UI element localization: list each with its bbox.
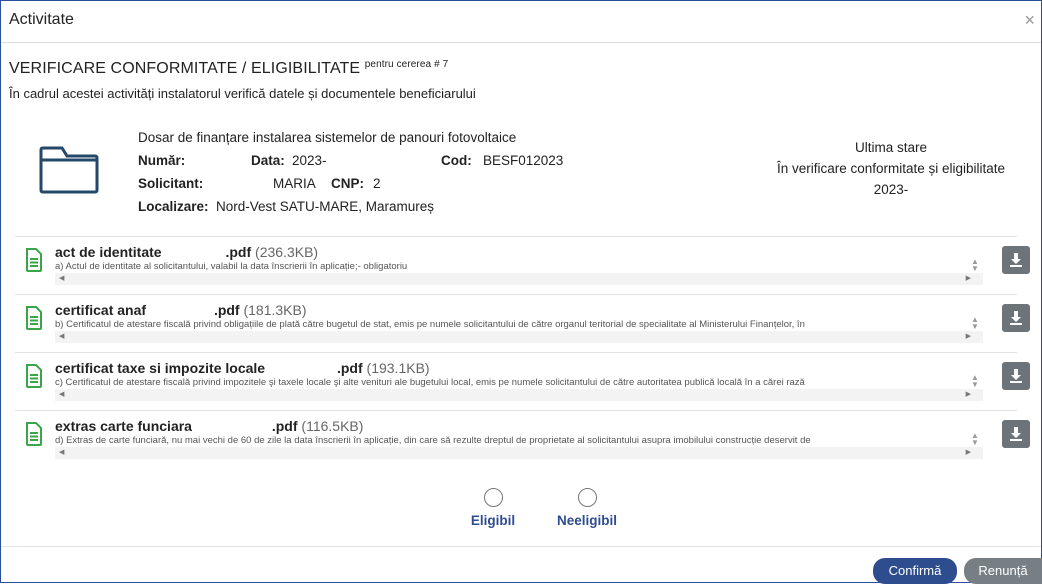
option-neeligibil[interactable]: Neeligibil xyxy=(549,488,625,528)
localizare-label: Localizare: xyxy=(138,199,209,214)
scroll-right-icon[interactable]: ▶ xyxy=(966,332,971,340)
document-size: (116.5KB) xyxy=(301,418,364,434)
resize-spinner[interactable]: ▲ ▼ xyxy=(971,432,979,447)
document-description: d) Extras de carte funciară, nu mai vech… xyxy=(55,435,811,446)
document-title: act de identitate .pdf (236.3KB) xyxy=(55,244,318,260)
scroll-right-icon[interactable]: ▶ xyxy=(966,390,971,398)
download-icon xyxy=(1010,253,1022,267)
download-icon xyxy=(1010,369,1022,383)
file-text-icon xyxy=(26,364,42,388)
scroll-left-icon[interactable]: ◀ xyxy=(59,448,64,456)
scroll-right-icon[interactable]: ▶ xyxy=(966,274,971,282)
document-description: c) Certificatul de atestare fiscală priv… xyxy=(55,377,805,388)
data-label: Data: xyxy=(251,153,285,168)
document-name: extras carte funciara xyxy=(55,418,192,434)
resize-spinner[interactable]: ▲ ▼ xyxy=(971,316,979,331)
horizontal-scrollbar[interactable]: ◀ ▶ xyxy=(55,331,983,343)
document-extension: .pdf xyxy=(225,244,252,260)
document-title: certificat taxe si impozite locale .pdf … xyxy=(55,360,430,376)
neeligibil-label[interactable]: Neeligibil xyxy=(549,513,625,528)
download-icon xyxy=(1010,311,1022,325)
file-text-icon xyxy=(26,248,42,272)
localizare-value: Nord-Vest SATU-MARE, Maramureș xyxy=(216,199,435,214)
cnp-value: 2 xyxy=(373,176,381,191)
section-description: În cadrul acestei activități instalatoru… xyxy=(9,86,476,101)
solicitant-label: Solicitant: xyxy=(138,176,204,191)
document-title: extras carte funciara .pdf (116.5KB) xyxy=(55,418,363,434)
section-title: VERIFICARE CONFORMITATE / ELIGIBILITATE … xyxy=(9,59,448,78)
folder-icon xyxy=(39,146,99,194)
download-icon xyxy=(1010,427,1022,441)
download-button[interactable] xyxy=(1002,246,1030,274)
horizontal-scrollbar[interactable]: ◀ ▶ xyxy=(55,389,983,401)
scroll-left-icon[interactable]: ◀ xyxy=(59,274,64,282)
horizontal-scrollbar[interactable]: ◀ ▶ xyxy=(55,273,983,285)
scroll-left-icon[interactable]: ◀ xyxy=(59,332,64,340)
data-value: 2023- xyxy=(292,153,327,168)
solicitant-value: MARIA xyxy=(273,176,316,191)
eligibil-label[interactable]: Eligibil xyxy=(463,513,523,528)
document-row: extras carte funciara .pdf (116.5KB) d) … xyxy=(15,412,1030,470)
document-title: certificat anaf .pdf (181.3KB) xyxy=(55,302,307,318)
activity-modal: Activitate × VERIFICARE CONFORMITATE / E… xyxy=(0,0,1042,584)
modal-header: Activitate × xyxy=(1,1,1041,43)
file-text-icon xyxy=(26,422,42,446)
footer-divider xyxy=(1,546,1041,547)
section-title-text: VERIFICARE CONFORMITATE / ELIGIBILITATE xyxy=(9,60,361,77)
file-text-icon xyxy=(26,306,42,330)
document-name: certificat anaf xyxy=(55,302,147,318)
numar-label: Număr: xyxy=(138,153,186,168)
cod-value: BESF012023 xyxy=(483,153,564,168)
status-value: În verificare conformitate și eligibilit… xyxy=(776,161,1006,176)
eligibil-radio[interactable] xyxy=(483,488,503,507)
divider xyxy=(15,410,1017,411)
download-button[interactable] xyxy=(1002,362,1030,390)
document-size: (236.3KB) xyxy=(255,244,319,260)
document-row: act de identitate .pdf (236.3KB) a) Actu… xyxy=(15,238,1030,296)
close-button[interactable]: × xyxy=(1024,11,1035,29)
cnp-label: CNP: xyxy=(331,176,364,191)
resize-spinner[interactable]: ▲ ▼ xyxy=(971,374,979,389)
option-eligibil[interactable]: Eligibil xyxy=(463,488,523,528)
resize-spinner[interactable]: ▲ ▼ xyxy=(971,258,979,273)
divider xyxy=(15,294,1017,295)
document-name: act de identitate xyxy=(55,244,162,260)
cod-label: Cod: xyxy=(441,153,472,168)
divider xyxy=(15,236,1017,237)
confirm-button[interactable]: Confirmă xyxy=(873,558,957,584)
status-title: Ultima stare xyxy=(854,140,927,155)
divider xyxy=(15,352,1017,353)
document-extension: .pdf xyxy=(213,302,240,318)
last-status: Ultima stare În verificare conformitate … xyxy=(741,140,1041,197)
document-extension: .pdf xyxy=(271,418,298,434)
document-row: certificat anaf .pdf (181.3KB) b) Certif… xyxy=(15,296,1030,354)
document-description: b) Certificatul de atestare fiscală priv… xyxy=(55,319,805,330)
document-name: certificat taxe si impozite locale xyxy=(55,360,266,376)
document-description: a) Actul de identitate al solicitantului… xyxy=(55,261,408,272)
download-button[interactable] xyxy=(1002,304,1030,332)
document-row: certificat taxe si impozite locale .pdf … xyxy=(15,354,1030,412)
document-size: (193.1KB) xyxy=(366,360,430,376)
cancel-button[interactable]: Renunță xyxy=(964,558,1042,584)
scroll-left-icon[interactable]: ◀ xyxy=(59,390,64,398)
download-button[interactable] xyxy=(1002,420,1030,448)
dosar-title: Dosar de finanțare instalarea sistemelor… xyxy=(138,130,517,145)
document-extension: .pdf xyxy=(336,360,363,376)
request-number: pentru cererea # 7 xyxy=(364,59,449,70)
document-size: (181.3KB) xyxy=(243,302,307,318)
status-date: 2023- xyxy=(873,182,909,197)
horizontal-scrollbar[interactable]: ◀ ▶ xyxy=(55,447,983,459)
modal-title: Activitate xyxy=(9,11,74,28)
scroll-right-icon[interactable]: ▶ xyxy=(966,448,971,456)
neeligibil-radio[interactable] xyxy=(577,488,597,507)
